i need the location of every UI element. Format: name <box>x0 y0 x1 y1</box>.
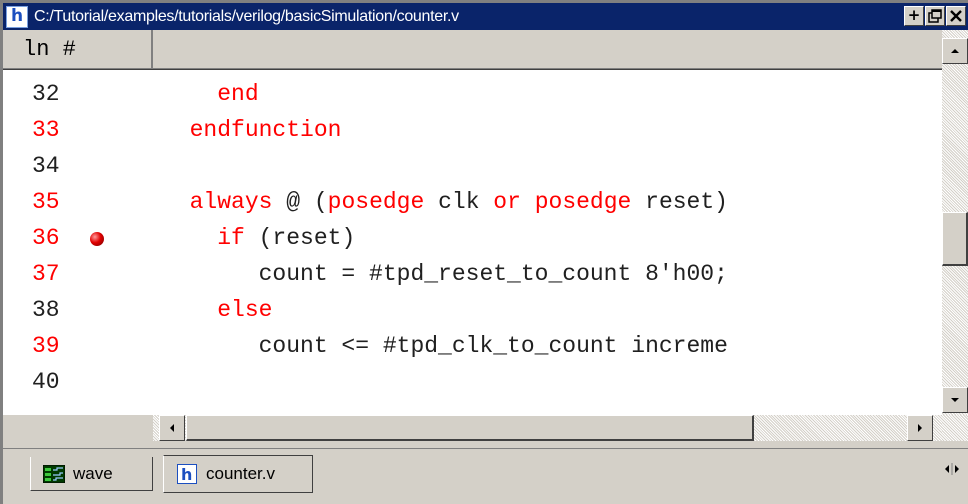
code-text: else <box>162 294 272 326</box>
code-text: count = #tpd_reset_to_count 8'h00; <box>162 258 728 290</box>
code-line[interactable]: 33 endfunction <box>3 114 942 146</box>
line-number[interactable]: 39 <box>32 330 60 362</box>
code-line[interactable]: 37 count = #tpd_reset_to_count 8'h00; <box>3 258 942 290</box>
arrow-right-icon <box>918 424 922 432</box>
code-token: count <= #tpd_clk_to_count increme <box>162 333 728 359</box>
keyword-token: end <box>217 81 259 107</box>
code-line[interactable]: 40 <box>3 366 942 398</box>
vertical-scroll-thumb[interactable] <box>942 211 968 266</box>
keyword-token: else <box>217 297 273 323</box>
line-number[interactable]: 32 <box>32 78 60 110</box>
keyword-token: posedge <box>327 189 425 215</box>
code-token: clk <box>424 189 494 215</box>
code-line[interactable]: 35 always @ (posedge clk or posedge rese… <box>3 186 942 218</box>
tab-scroll-arrows[interactable] <box>942 462 962 479</box>
title-bar[interactable]: h C:/Tutorial/examples/tutorials/verilog… <box>3 3 968 30</box>
horizontal-scrollbar[interactable] <box>153 415 942 441</box>
arrow-left-icon <box>170 424 174 432</box>
code-line[interactable]: 32 end <box>3 78 942 110</box>
vertical-scrollbar[interactable] <box>942 30 968 415</box>
code-token: reset) <box>631 189 728 215</box>
keyword-token: or <box>493 189 521 215</box>
window-title: C:/Tutorial/examples/tutorials/verilog/b… <box>34 7 459 25</box>
scroll-left-button[interactable] <box>159 415 185 441</box>
code-token: (reset) <box>244 225 356 251</box>
scroll-right-button[interactable] <box>907 415 933 441</box>
line-number[interactable]: 36 <box>32 222 60 254</box>
line-number[interactable]: 37 <box>32 258 60 290</box>
tab-scroll-icon <box>945 463 959 475</box>
undock-button[interactable] <box>925 6 945 26</box>
code-text: count <= #tpd_clk_to_count increme <box>162 330 728 362</box>
tab-counter-v[interactable]: h counter.v <box>163 455 313 493</box>
window-tab-strip: wave h counter.v <box>3 448 968 504</box>
keyword-token: posedge <box>534 189 632 215</box>
column-header: ln # <box>3 30 942 69</box>
tab-label: counter.v <box>206 464 275 483</box>
wave-window-icon <box>43 464 65 484</box>
arrow-up-icon <box>951 49 959 53</box>
line-number[interactable]: 40 <box>32 366 60 398</box>
line-number[interactable]: 33 <box>32 114 60 146</box>
undock-icon <box>928 9 942 23</box>
close-button[interactable] <box>946 6 966 26</box>
code-line[interactable]: 39 count <= #tpd_clk_to_count increme <box>3 330 942 362</box>
code-token: count = #tpd_reset_to_count 8'h00; <box>162 261 728 287</box>
code-line[interactable]: 34 <box>3 150 942 182</box>
scroll-up-button[interactable] <box>942 38 968 64</box>
code-line[interactable]: 38 else <box>3 294 942 326</box>
code-token: @ ( <box>272 189 328 215</box>
breakpoint-icon[interactable] <box>90 232 104 246</box>
close-icon <box>950 10 962 22</box>
tab-wave[interactable]: wave <box>30 457 153 491</box>
horizontal-scroll-thumb[interactable] <box>186 415 754 441</box>
source-window: h C:/Tutorial/examples/tutorials/verilog… <box>0 0 968 504</box>
code-line[interactable]: 36 if (reset) <box>3 222 942 254</box>
line-number[interactable]: 35 <box>32 186 60 218</box>
tab-label: wave <box>73 463 113 483</box>
code-text: end <box>162 78 259 110</box>
svg-text:h: h <box>181 465 192 484</box>
dock-button[interactable]: + <box>904 6 924 26</box>
arrow-down-icon <box>951 398 959 402</box>
scrollbar-corner <box>942 415 968 441</box>
scroll-down-button[interactable] <box>942 387 968 413</box>
code-text: endfunction <box>162 114 342 146</box>
source-code-area[interactable]: 32 end 33 endfunction 34 35 always @ (posed… <box>3 69 942 415</box>
keyword-token: endfunction <box>189 117 342 143</box>
source-file-icon: h <box>176 464 198 484</box>
line-number[interactable]: 34 <box>32 150 60 182</box>
scrollbar-gutter <box>3 415 153 441</box>
code-text: always @ (posedge clk or posedge reset) <box>162 186 728 218</box>
line-number[interactable]: 38 <box>32 294 60 326</box>
code-text: if (reset) <box>162 222 355 254</box>
keyword-token: if <box>217 225 245 251</box>
line-number-header[interactable]: ln # <box>3 30 153 69</box>
source-file-icon: h <box>6 5 28 28</box>
keyword-token: always <box>189 189 273 215</box>
